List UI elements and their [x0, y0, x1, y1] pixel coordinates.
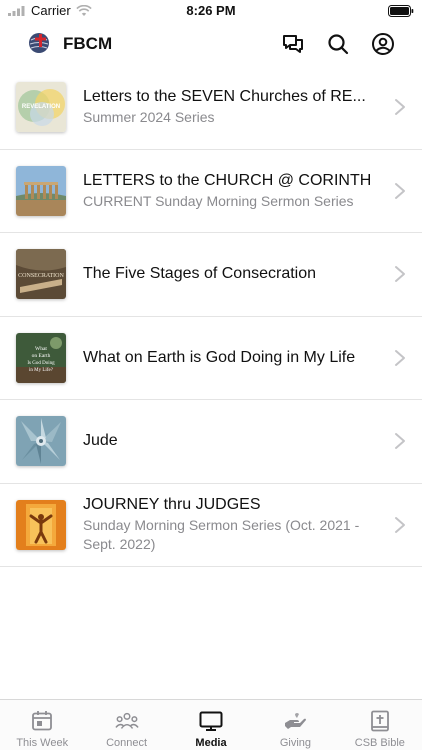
series-list: REVELATION Letters to the SEVEN Churches… — [0, 66, 422, 567]
tab-csb-bible[interactable]: CSB Bible — [338, 700, 422, 750]
people-icon — [114, 709, 139, 733]
tab-label: This Week — [16, 737, 69, 749]
consecration-thumbnail: CONSECRATION — [16, 249, 66, 300]
corinth-thumbnail — [16, 165, 66, 216]
chevron-right-icon — [395, 182, 405, 199]
series-row-judges[interactable]: JOURNEY thru JUDGES Sunday Morning Sermo… — [0, 484, 422, 567]
tab-this-week[interactable]: This Week — [0, 700, 84, 750]
series-title: JOURNEY thru JUDGES — [83, 496, 261, 514]
svg-text:What: What — [35, 346, 47, 352]
series-row-revelation[interactable]: REVELATION Letters to the SEVEN Churches… — [0, 66, 422, 150]
search-icon[interactable] — [325, 31, 351, 57]
tab-giving[interactable]: Giving — [253, 700, 337, 750]
series-subtitle: Summer 2024 Series — [83, 109, 215, 126]
tab-media[interactable]: Media — [169, 700, 253, 750]
series-title: LETTERS to the CHURCH @ CORINTH — [83, 171, 372, 189]
series-row-consecration[interactable]: CONSECRATION The Five Stages of Consecra… — [0, 233, 422, 317]
series-row-what-on-earth[interactable]: What on Earth Is God Doing in My Life? W… — [0, 317, 422, 400]
judges-thumbnail — [16, 499, 66, 550]
tab-label: CSB Bible — [354, 737, 405, 749]
chevron-right-icon — [395, 433, 405, 450]
chevron-right-icon — [395, 99, 405, 116]
svg-text:Is God Doing: Is God Doing — [27, 361, 55, 366]
tab-label: Connect — [106, 737, 148, 749]
chat-icon[interactable] — [280, 31, 306, 57]
app-name: FBCM — [63, 34, 113, 53]
svg-text:CONSECRATION: CONSECRATION — [18, 273, 64, 279]
chevron-right-icon — [395, 516, 405, 533]
tab-connect[interactable]: Connect — [84, 700, 168, 750]
chevron-right-icon — [395, 349, 405, 366]
hand-icon — [283, 709, 307, 733]
tv-icon — [199, 709, 223, 733]
series-title: The Five Stages of Consecration — [83, 265, 317, 283]
tab-bar: This Week Connect Media Giving CSB Bible — [0, 699, 422, 750]
bible-icon — [368, 709, 392, 733]
tab-label: Giving — [279, 737, 312, 749]
church-logo-icon — [28, 32, 50, 54]
chevron-right-icon — [395, 266, 405, 283]
app-header: FBCM — [0, 22, 422, 66]
series-title: What on Earth is God Doing in My Life — [83, 348, 356, 366]
svg-text:on Earth: on Earth — [32, 353, 51, 359]
revelation-thumbnail: REVELATION — [16, 82, 66, 133]
what-on-earth-thumbnail: What on Earth Is God Doing in My Life? — [16, 332, 66, 383]
tab-label: Media — [195, 737, 227, 749]
series-subtitle: CURRENT Sunday Morning Sermon Series — [83, 192, 354, 209]
svg-text:REVELATION: REVELATION — [22, 104, 60, 110]
series-subtitle: Sunday Morning Sermon Series (Oct. 2021 … — [83, 517, 360, 553]
status-time: 8:26 PM — [186, 3, 236, 18]
series-title: Letters to the SEVEN Churches of RE... — [83, 88, 366, 106]
calendar-icon — [30, 709, 54, 733]
series-row-jude[interactable]: Jude — [0, 400, 422, 484]
battery-icon — [388, 4, 414, 22]
series-title: Jude — [83, 432, 118, 450]
series-row-corinth[interactable]: LETTERS to the CHURCH @ CORINTH CURRENT … — [0, 150, 422, 233]
svg-text:in My Life?: in My Life? — [29, 368, 54, 373]
jude-thumbnail — [16, 416, 66, 467]
status-bar: Carrier 8:26 PM — [0, 0, 422, 22]
profile-icon[interactable] — [370, 31, 396, 57]
